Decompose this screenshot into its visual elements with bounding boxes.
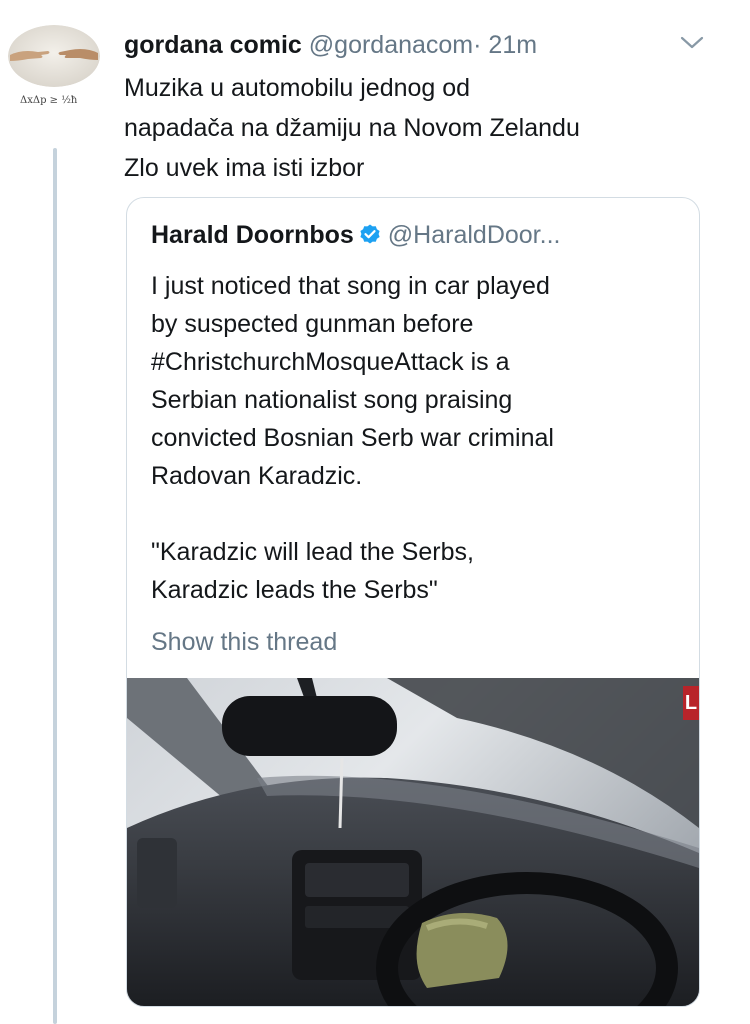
tweet-header: gordana comic @gordanacom· 21m [124,30,710,60]
chevron-down-icon[interactable] [678,33,706,53]
quoted-quote-line: Karadzic leads the Serbs" [151,576,438,604]
show-thread-link[interactable]: Show this thread [151,628,337,657]
quoted-text-line: I just noticed that song in car played [151,272,550,300]
tweet-text-line: napadača na džamiju na Novom Zelandu [124,114,580,142]
verified-badge-icon [358,223,382,247]
quoted-tweet[interactable]: Harald Doornbos @HaraldDoor... I just no… [126,197,700,1007]
avatar-caption: ΔxΔp ≥ ½ħ [20,95,78,106]
quoted-text-line: convicted Bosnian Serb war criminal [151,424,554,452]
tweet-time[interactable]: 21m [488,31,537,59]
author-handle[interactable]: @gordanacom [309,31,473,59]
quoted-author-name[interactable]: Harald Doornbos [151,221,354,249]
quoted-text-line: by suspected gunman before [151,310,474,338]
quoted-media-image[interactable]: L [127,678,699,1006]
quoted-text-line: Serbian nationalist song praising [151,386,513,414]
quoted-text-line: #ChristchurchMosqueAttack is a [151,348,510,376]
media-badge: L [683,686,699,720]
tweet-text-line: Zlo uvek ima isti izbor [124,154,365,182]
thread-line [53,148,57,1024]
quoted-text: I just noticed that song in car played b… [151,267,681,609]
quoted-text-line: Radovan Karadzic. [151,462,363,490]
tweet-text-line: Muzika u automobilu jednog od [124,74,471,102]
separator: · [473,31,482,59]
quoted-header: Harald Doornbos @HaraldDoor... [151,220,560,250]
author-name[interactable]: gordana comic [124,31,302,59]
quoted-author-handle[interactable]: @HaraldDoor... [388,221,561,249]
avatar[interactable] [8,25,100,87]
tweet-text: Muzika u automobilu jednog od napadača n… [124,68,724,188]
quoted-quote-line: "Karadzic will lead the Serbs, [151,538,474,566]
